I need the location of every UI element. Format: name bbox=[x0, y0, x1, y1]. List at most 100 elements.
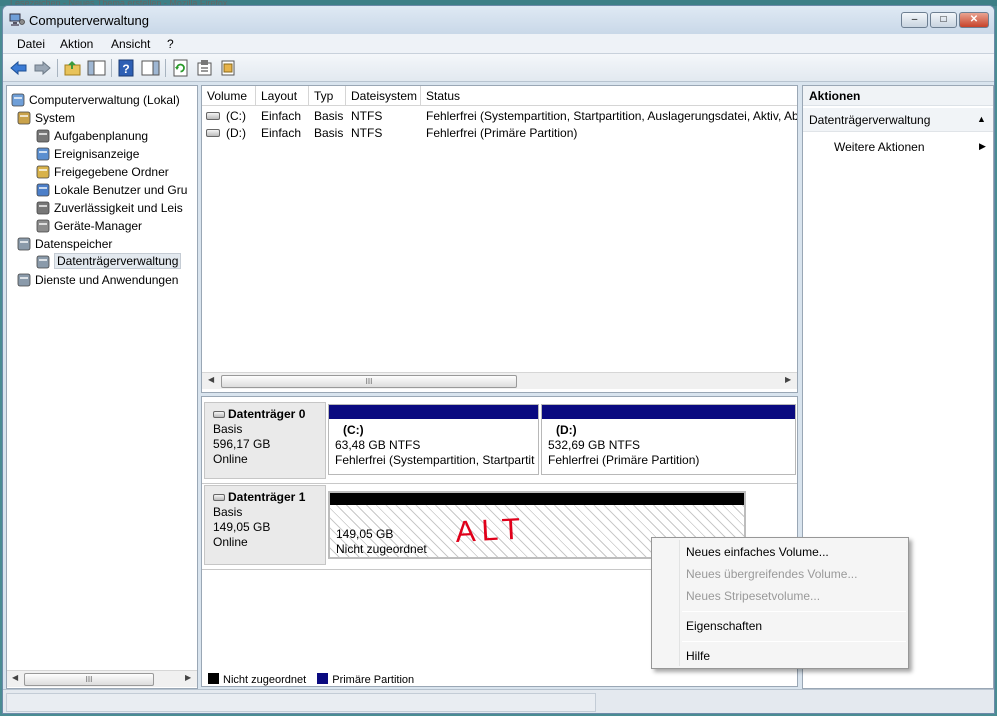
show-hide-tree-icon[interactable] bbox=[87, 59, 106, 77]
disk-icon bbox=[213, 494, 225, 501]
tree-item[interactable]: ▷Ereignisanzeige bbox=[7, 145, 197, 163]
menu-aktion[interactable]: Aktion bbox=[60, 37, 93, 51]
tree-item[interactable]: Computerverwaltung (Lokal) bbox=[7, 91, 197, 109]
tree-item-label: Datenspeicher bbox=[35, 237, 113, 251]
scroll-left-icon[interactable]: ◀ bbox=[208, 375, 214, 384]
disk-1-state: Online bbox=[213, 535, 248, 549]
event-viewer-icon bbox=[36, 147, 50, 161]
tree-item[interactable]: ▷Lokale Benutzer und Gru bbox=[7, 181, 197, 199]
cell-typ: Basis bbox=[314, 109, 344, 123]
up-folder-icon[interactable] bbox=[63, 59, 82, 77]
volume-list-horizontal-scrollbar[interactable]: ◀ III ▶ bbox=[202, 372, 797, 389]
legend-primary-label: Primäre Partition bbox=[332, 674, 415, 686]
properties-icon[interactable] bbox=[195, 59, 214, 77]
tree-item[interactable]: ◢System bbox=[7, 109, 197, 127]
cell-typ: Basis bbox=[314, 126, 344, 140]
cell-status: Fehlerfrei (Primäre Partition) bbox=[426, 126, 578, 140]
volume-list-scroll-thumb[interactable]: III bbox=[221, 375, 517, 388]
computer-management-icon bbox=[9, 13, 25, 26]
tree-item[interactable]: Datenträgerverwaltung bbox=[7, 253, 197, 271]
disk-0-type: Basis bbox=[213, 422, 243, 436]
toolbar: ? bbox=[3, 54, 994, 82]
menu-ansicht[interactable]: Ansicht bbox=[111, 37, 150, 51]
menu-item-new-striped-volume: Neues Stripesetvolume... bbox=[686, 589, 821, 603]
tree-item[interactable]: ▷Dienste und Anwendungen bbox=[7, 271, 197, 289]
primary-partition-bar bbox=[542, 405, 795, 419]
minimize-button[interactable]: ‒ bbox=[901, 12, 928, 28]
disk-0-name: Datenträger 0 bbox=[228, 407, 306, 421]
actions-section-header[interactable]: Datenträgerverwaltung ▲ bbox=[803, 108, 993, 132]
tree-item[interactable]: ▷Aufgabenplanung bbox=[7, 127, 197, 145]
context-menu: Neues einfaches Volume... Neues übergrei… bbox=[651, 537, 909, 669]
navigation-tree: Computerverwaltung (Lokal) ◢System▷Aufgab… bbox=[6, 85, 198, 689]
disk-0-state: Online bbox=[213, 452, 248, 466]
computer-management-icon bbox=[11, 93, 25, 107]
help-icon[interactable]: ? bbox=[117, 59, 136, 77]
cell-volume: (C:) bbox=[226, 109, 246, 123]
maximize-button[interactable]: □ bbox=[930, 12, 957, 28]
tree-item[interactable]: Geräte-Manager bbox=[7, 217, 197, 235]
tree-item-label: Computerverwaltung (Lokal) bbox=[29, 93, 180, 107]
column-header-status[interactable]: Status bbox=[421, 86, 797, 106]
disk-1-name: Datenträger 1 bbox=[228, 490, 306, 504]
column-header-dateisystem[interactable]: Dateisystem bbox=[346, 86, 421, 106]
menu-datei[interactable]: Datei bbox=[17, 37, 45, 51]
column-header-typ[interactable]: Typ bbox=[309, 86, 346, 106]
export-icon[interactable] bbox=[219, 59, 238, 77]
cell-volume: (D:) bbox=[226, 126, 246, 140]
show-hide-action-pane-icon[interactable] bbox=[141, 59, 160, 77]
partition-c-size: 63,48 GB NTFS bbox=[335, 438, 421, 452]
title-bar[interactable]: Computerverwaltung ‒ □ ✕ bbox=[3, 6, 994, 34]
more-actions-link[interactable]: Weitere Aktionen bbox=[834, 140, 925, 154]
legend-unallocated-swatch bbox=[208, 673, 219, 684]
tree-item-label: Lokale Benutzer und Gru bbox=[54, 183, 188, 197]
shared-folder-icon bbox=[36, 165, 50, 179]
disk-1-type: Basis bbox=[213, 505, 243, 519]
tools-icon bbox=[17, 111, 31, 125]
partition-d-status: Fehlerfrei (Primäre Partition) bbox=[548, 453, 700, 467]
column-header-layout[interactable]: Layout bbox=[256, 86, 309, 106]
status-bar bbox=[3, 689, 994, 713]
tree-item-label: Zuverlässigkeit und Leis bbox=[54, 201, 183, 215]
disk-1-label[interactable]: Datenträger 1 Basis 149,05 GB Online bbox=[204, 485, 326, 565]
menu-bar: Datei Aktion Ansicht ? bbox=[3, 34, 994, 54]
reliability-icon bbox=[36, 201, 50, 215]
tree-horizontal-scrollbar[interactable]: ◀ III ▶ bbox=[7, 670, 197, 687]
cell-status: Fehlerfrei (Systempartition, Startpartit… bbox=[426, 109, 798, 123]
collapse-up-icon[interactable]: ▲ bbox=[977, 114, 986, 124]
device-manager-icon bbox=[36, 219, 50, 233]
menu-item-new-simple-volume[interactable]: Neues einfaches Volume... bbox=[686, 545, 829, 559]
close-button[interactable]: ✕ bbox=[959, 12, 989, 28]
menu-help[interactable]: ? bbox=[167, 37, 174, 51]
services-icon bbox=[17, 273, 31, 287]
svg-text:?: ? bbox=[122, 62, 129, 76]
legend: Nicht zugeordnet Primäre Partition bbox=[208, 673, 414, 686]
legend-primary-swatch bbox=[317, 673, 329, 684]
scroll-right-icon[interactable]: ▶ bbox=[185, 673, 191, 682]
disk-0-label[interactable]: Datenträger 0 Basis 596,17 GB Online bbox=[204, 402, 326, 479]
tree-item-label: Geräte-Manager bbox=[54, 219, 143, 233]
scroll-right-icon[interactable]: ▶ bbox=[785, 375, 791, 384]
actions-section-label: Datenträgerverwaltung bbox=[809, 113, 931, 127]
users-icon bbox=[36, 183, 50, 197]
tree-scroll-thumb[interactable]: III bbox=[24, 673, 154, 686]
partition-c[interactable]: (C:) 63,48 GB NTFS Fehlerfrei (Systempar… bbox=[328, 404, 539, 475]
tree-item-label: Datenträgerverwaltung bbox=[54, 253, 182, 269]
menu-item-properties[interactable]: Eigenschaften bbox=[686, 619, 762, 633]
menu-item-help[interactable]: Hilfe bbox=[686, 649, 710, 663]
scroll-left-icon[interactable]: ◀ bbox=[12, 673, 18, 682]
forward-icon[interactable] bbox=[33, 59, 52, 77]
tree-item[interactable]: ▷Zuverlässigkeit und Leis bbox=[7, 199, 197, 217]
tree-item[interactable]: ◢Datenspeicher bbox=[7, 235, 197, 253]
tree-item-label: System bbox=[35, 111, 76, 125]
disk-1-size: 149,05 GB bbox=[213, 520, 271, 534]
partition-d-label: (D:) bbox=[556, 423, 577, 437]
partition-d[interactable]: (D:) 532,69 GB NTFS Fehlerfrei (Primäre … bbox=[541, 404, 796, 475]
column-header-volume[interactable]: Volume bbox=[202, 86, 256, 106]
refresh-icon[interactable] bbox=[171, 59, 190, 77]
tree-item[interactable]: ▷Freigegebene Ordner bbox=[7, 163, 197, 181]
partition-d-size: 532,69 GB NTFS bbox=[548, 438, 641, 452]
legend-unallocated-label: Nicht zugeordnet bbox=[223, 674, 307, 686]
back-icon[interactable] bbox=[9, 59, 28, 77]
clock-icon bbox=[36, 129, 50, 143]
